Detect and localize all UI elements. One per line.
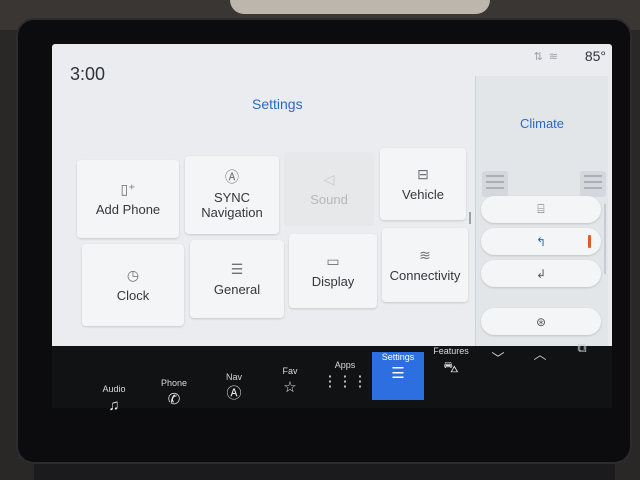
tile-sound[interactable]: ◁ Sound: [284, 152, 374, 226]
page-title: Settings: [252, 96, 303, 112]
tile-display[interactable]: ▭ Display: [289, 234, 377, 308]
navigation-icon: Ⓐ: [226, 385, 242, 402]
tile-add-phone[interactable]: ▯⁺ Add Phone: [77, 160, 179, 238]
clock-time: 3:00: [70, 64, 106, 84]
wifi-icon: ≋: [419, 246, 431, 263]
nav-favorites[interactable]: Fav ☆: [264, 366, 316, 414]
dashboard-vent-trim: [230, 0, 490, 14]
music-note-icon: ♫: [108, 397, 120, 414]
nav-phone[interactable]: Phone ✆: [148, 378, 200, 426]
star-icon: ☆: [283, 379, 297, 396]
clock-icon: ◷: [126, 266, 140, 283]
phone-icon: ✆: [167, 391, 181, 408]
nav-label: Audio: [102, 384, 126, 394]
car-icon: ⛍: [443, 359, 459, 376]
rear-defrost-button[interactable]: ⌸: [481, 196, 601, 223]
climate-title[interactable]: Climate: [476, 116, 608, 131]
tile-label: Connectivity: [389, 267, 461, 283]
active-indicator: [588, 235, 591, 248]
tile-label: SYNC Navigation: [201, 190, 263, 220]
nav-label: Fav: [282, 366, 298, 376]
outside-temperature: 85°: [584, 48, 606, 64]
climate-scrollbar[interactable]: [604, 204, 606, 274]
nav-audio[interactable]: Audio ♫: [88, 384, 140, 432]
nav-apps[interactable]: Apps ⋮⋮⋮: [319, 360, 371, 408]
apps-grid-icon: ⋮⋮⋮: [322, 373, 368, 390]
split-screen-icon[interactable]: ⧉: [568, 340, 596, 360]
airflow-floor-button[interactable]: ↲: [481, 260, 601, 287]
nav-label: Phone: [160, 378, 188, 388]
nav-settings[interactable]: Settings ☰: [372, 352, 424, 400]
airflow-floor-icon: ↲: [535, 266, 547, 281]
tile-vehicle[interactable]: ⊟ Vehicle: [380, 148, 466, 220]
chevron-up-icon[interactable]: ︿: [526, 344, 554, 364]
airflow-face-button[interactable]: ↰: [481, 228, 601, 255]
nav-navigation[interactable]: Nav Ⓐ: [208, 372, 260, 420]
tile-clock[interactable]: ◷ Clock: [82, 244, 184, 326]
nav-label: Nav: [225, 372, 242, 382]
vehicle-settings-icon: ⊟: [417, 165, 429, 182]
nav-label: Features: [433, 346, 469, 356]
airflow-face-icon: ↰: [535, 234, 547, 249]
sliders-icon: ☰: [230, 260, 244, 277]
display-icon: ▭: [326, 252, 340, 269]
scroll-indicator: [469, 212, 471, 224]
tile-label: Display: [311, 273, 355, 289]
right-vent-icon: [580, 171, 606, 197]
rear-defrost-icon: ⌸: [537, 202, 545, 216]
navigation-icon: Ⓐ: [225, 169, 239, 185]
phone-add-icon: ▯⁺: [120, 180, 136, 197]
heated-steering-icon: ⊛: [535, 314, 547, 329]
heated-steering-button[interactable]: ⊛: [481, 308, 601, 335]
nav-label: Apps: [334, 360, 356, 370]
tile-connectivity[interactable]: ≋ Connectivity: [382, 228, 468, 302]
wifi-icon: ≋: [548, 51, 564, 63]
tile-label: Sound: [310, 191, 348, 207]
tile-label: Clock: [116, 287, 150, 303]
nav-features[interactable]: Features ⛍: [425, 346, 477, 394]
tile-label: General: [213, 281, 261, 297]
tile-sync-navigation[interactable]: Ⓐ SYNC Navigation: [185, 156, 279, 234]
chevron-down-icon[interactable]: ﹀: [484, 348, 512, 368]
tile-label: Vehicle: [402, 186, 444, 202]
left-vent-icon: [482, 171, 508, 197]
tile-general[interactable]: ☰ General: [190, 240, 284, 318]
status-icons: ⇅≋: [534, 50, 564, 63]
nav-label: Settings: [381, 352, 415, 362]
signal-icon: ⇅: [533, 51, 549, 63]
sliders-icon: ☰: [391, 365, 405, 382]
speaker-icon: ◁: [323, 170, 335, 187]
tile-label: Add Phone: [95, 201, 161, 217]
